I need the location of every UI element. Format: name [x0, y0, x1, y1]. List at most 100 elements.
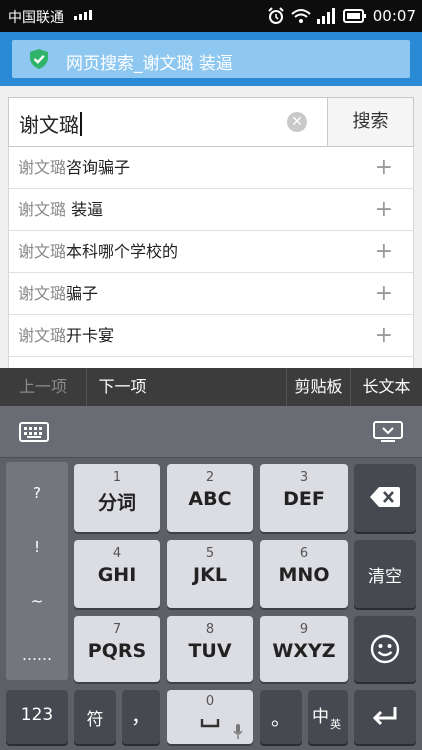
long-text-button[interactable]: 长文本	[350, 368, 422, 406]
language-sub-label: 英	[330, 718, 341, 731]
battery-icon	[342, 9, 366, 23]
search-banner[interactable]: 网页搜索_谢文璐 装逼	[12, 40, 410, 78]
suggestion-query: 谢文璐	[18, 242, 67, 261]
symbol-ellipsis[interactable]: ……	[6, 646, 68, 664]
key-label: TUV	[188, 640, 232, 662]
period-label: 。	[271, 706, 291, 730]
suggestion-list: 谢文璐咨询骗子 + 谢文璐 装逼 + 谢文璐本科哪个学校的 + 谢文璐骗子 + …	[8, 147, 414, 368]
clear-button[interactable]: 清空	[354, 540, 416, 608]
clear-icon[interactable]: ✕	[287, 112, 307, 132]
suggestion-rest: 咨询骗子	[66, 158, 131, 177]
clipboard-button[interactable]: 剪贴板	[286, 368, 350, 406]
key-number: 1	[112, 470, 122, 485]
search-button[interactable]: 搜索	[327, 98, 413, 146]
key-7-pqrs[interactable]: 7 PQRS	[74, 616, 160, 682]
symbol-exclamation[interactable]: !	[6, 538, 68, 556]
language-main-label: 中	[312, 707, 329, 727]
suggestion-query: 谢文璐	[18, 158, 67, 177]
backspace-button[interactable]	[354, 464, 416, 532]
carrier-name: 中国联通	[8, 10, 64, 26]
suggestion-item[interactable]: 谢文璐开卡宴 +	[9, 315, 413, 357]
ime-toolbar: 上一项 下一项 剪贴板 长文本	[0, 368, 422, 406]
key-3-def[interactable]: 3 DEF	[260, 464, 348, 532]
symbol-tilde[interactable]: ~	[6, 592, 68, 610]
next-field-button[interactable]: 下一项	[86, 368, 158, 406]
suggestion-rest: 本科哪个学校的	[66, 242, 179, 261]
prev-field-button[interactable]: 上一项	[0, 368, 86, 406]
keyboard-top-bar	[0, 406, 422, 458]
suggestion-item[interactable]: 谢文璐骗子 +	[9, 273, 413, 315]
microphone-icon	[233, 724, 243, 739]
suggestion-rest: 骗子	[66, 284, 99, 303]
key-label: ABC	[188, 488, 232, 510]
key-4-ghi[interactable]: 4 GHI	[74, 540, 160, 608]
suggestion-query: 谢文璐	[18, 200, 67, 219]
key-1-fenci[interactable]: 1 分词	[74, 464, 160, 532]
signal-icon	[316, 8, 335, 24]
signal-small-icon	[74, 10, 92, 20]
key-number: 5	[205, 546, 215, 561]
banner-text: 网页搜索_谢文璐 装逼	[66, 54, 233, 74]
key-6-mno[interactable]: 6 MNO	[260, 540, 348, 608]
key-5-jkl[interactable]: 5 JKL	[167, 540, 253, 608]
symbols-button[interactable]: 符	[74, 690, 116, 744]
comma-label: ，	[131, 704, 151, 728]
key-label: WXYZ	[272, 640, 336, 662]
key-label: MNO	[278, 564, 330, 586]
add-to-input-icon[interactable]: +	[375, 231, 393, 272]
keyboard: ? ! ~ …… 1 分词 2 ABC 3 DEF 4 GHI 5 JKL 6 …	[0, 406, 422, 750]
add-to-input-icon[interactable]: +	[375, 315, 393, 356]
status-bar: 中国联通 00:07	[0, 0, 422, 32]
suggestion-query: 谢文璐	[18, 284, 67, 303]
smiley-icon	[370, 634, 400, 664]
keyboard-icon[interactable]	[19, 420, 49, 444]
suggestion-rest: 装逼	[66, 200, 104, 219]
text-caret	[80, 112, 82, 136]
add-to-input-icon[interactable]: +	[375, 189, 393, 230]
key-number: 8	[205, 622, 215, 637]
language-switch-button[interactable]: 中 英	[308, 690, 348, 744]
emoji-button[interactable]	[354, 616, 416, 682]
space-number: 0	[205, 694, 215, 709]
key-label: GHI	[97, 564, 137, 586]
shield-check-icon	[30, 49, 48, 69]
key-label: DEF	[283, 488, 325, 510]
enter-icon	[372, 707, 397, 726]
key-number: 2	[205, 470, 215, 485]
key-8-tuv[interactable]: 8 TUV	[167, 616, 253, 682]
hide-keyboard-icon[interactable]	[373, 420, 403, 444]
search-input[interactable]: 谢文璐	[9, 98, 327, 146]
key-label: 分词	[97, 492, 136, 514]
key-label: JKL	[193, 564, 227, 586]
space-bar-icon	[200, 719, 220, 728]
alarm-icon	[268, 7, 284, 24]
add-to-input-icon[interactable]: +	[375, 147, 393, 188]
period-key[interactable]: 。	[260, 690, 302, 744]
suggestion-item[interactable]: 谢文璐 装逼 +	[9, 189, 413, 231]
symbol-question[interactable]: ?	[6, 484, 68, 502]
symbols-label: 符	[86, 710, 104, 730]
key-number: 9	[299, 622, 309, 637]
comma-key[interactable]: ，	[122, 690, 160, 744]
suggestion-item[interactable]: 谢文璐咨询骗子 +	[9, 147, 413, 189]
suggestion-query: 谢文璐	[18, 326, 67, 345]
numbers-switch-button[interactable]: 123	[6, 690, 68, 744]
key-number: 3	[299, 470, 309, 485]
suggestion-item[interactable]: 谢文璐本科哪个学校的 +	[9, 231, 413, 273]
wifi-icon	[291, 9, 311, 23]
backspace-icon	[370, 487, 400, 507]
enter-button[interactable]	[354, 690, 416, 744]
suggestion-rest: 开卡宴	[66, 326, 115, 345]
add-to-input-icon[interactable]: +	[375, 273, 393, 314]
key-9-wxyz[interactable]: 9 WXYZ	[260, 616, 348, 682]
space-key[interactable]: 0	[167, 690, 253, 744]
clock: 00:07	[372, 7, 416, 25]
key-number: 7	[112, 622, 122, 637]
clear-label: 清空	[368, 567, 402, 587]
key-2-abc[interactable]: 2 ABC	[167, 464, 253, 532]
numbers-switch-label: 123	[20, 705, 54, 725]
app-header: 网页搜索_谢文璐 装逼	[0, 32, 422, 86]
search-query-text: 谢文璐	[19, 113, 79, 137]
search-box: 谢文璐 ✕ 搜索	[8, 97, 414, 147]
symbol-column[interactable]: ? ! ~ ……	[6, 462, 68, 680]
